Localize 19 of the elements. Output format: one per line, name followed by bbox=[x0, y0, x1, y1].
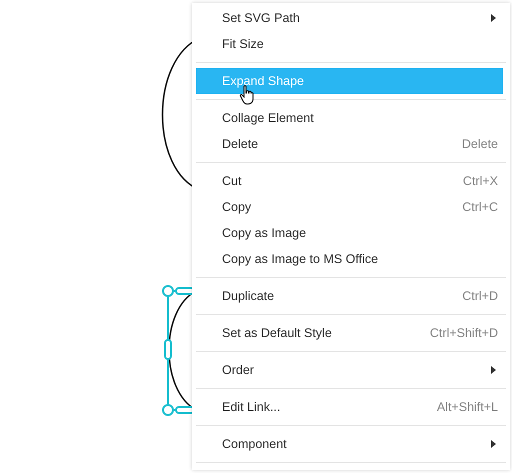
menu-item[interactable]: Set SVG Path bbox=[196, 5, 503, 31]
shortcut-label: Ctrl+D bbox=[462, 289, 498, 303]
menu-item[interactable]: Order bbox=[196, 357, 503, 383]
shortcut-label: Alt+Shift+L bbox=[436, 400, 498, 414]
menu-item[interactable]: Set as Default Style Ctrl+Shift+D bbox=[196, 320, 503, 346]
shortcut-label: Ctrl+Shift+D bbox=[430, 326, 498, 340]
menu-item[interactable]: Component bbox=[196, 431, 503, 457]
shortcut-label: Ctrl+X bbox=[462, 174, 498, 188]
menu-item[interactable]: Duplicate Ctrl+D bbox=[196, 283, 503, 309]
menu-item[interactable]: Copy as Image to MS Office bbox=[196, 246, 503, 272]
menu-item[interactable]: Copy as Image bbox=[196, 220, 503, 246]
menu-item[interactable]: Edit Link... Alt+Shift+L bbox=[196, 394, 503, 420]
menu-item[interactable]: Fit Size bbox=[196, 31, 503, 57]
menu-item[interactable]: Delete Delete bbox=[196, 131, 503, 157]
shortcut-label: Ctrl+C bbox=[462, 200, 498, 214]
menu-item[interactable]: Copy Ctrl+C bbox=[196, 194, 503, 220]
menu-item[interactable]: Cut Ctrl+X bbox=[196, 168, 503, 194]
menu-item[interactable]: Collage Element bbox=[196, 105, 503, 131]
shortcut-label: Delete bbox=[462, 137, 498, 151]
